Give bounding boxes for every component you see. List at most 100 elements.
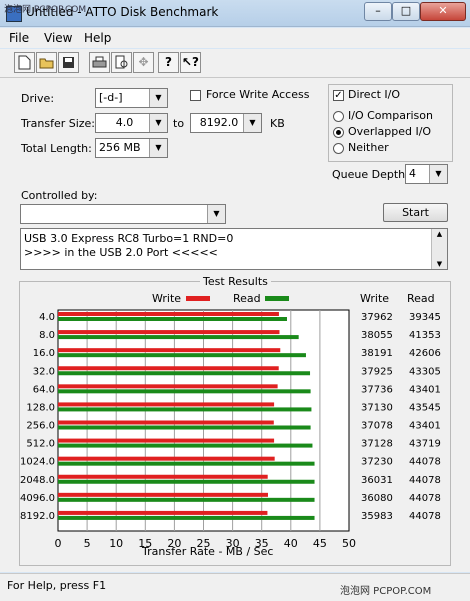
io-comparison-label: I/O Comparison bbox=[348, 109, 433, 122]
chevron-down-icon[interactable]: ▼ bbox=[149, 89, 167, 107]
write-bar bbox=[58, 330, 280, 335]
transfer-to-value: 8192.0 bbox=[199, 116, 239, 129]
minimize-button[interactable]: – bbox=[364, 2, 392, 21]
drive-select[interactable]: [-d-] ▼ bbox=[95, 88, 168, 108]
question-icon[interactable]: ? bbox=[158, 52, 179, 73]
toolbar: ✥ ? ↖? bbox=[0, 49, 470, 78]
write-value: 38055 bbox=[361, 330, 393, 341]
y-tick-label: 2048.0 bbox=[20, 475, 55, 486]
force-write-checkbox[interactable] bbox=[190, 90, 201, 101]
read-bar bbox=[58, 461, 315, 466]
context-help-icon[interactable]: ↖? bbox=[180, 52, 201, 73]
read-value: 43401 bbox=[409, 384, 441, 395]
transfer-from-select[interactable]: 4.0 ▼ bbox=[95, 113, 168, 133]
start-button[interactable]: Start bbox=[383, 203, 448, 222]
write-bar bbox=[58, 312, 279, 316]
chevron-down-icon[interactable]: ▼ bbox=[429, 165, 447, 183]
read-bar bbox=[58, 443, 313, 448]
print-preview-icon[interactable] bbox=[111, 52, 132, 73]
chevron-down-icon[interactable]: ▼ bbox=[207, 205, 225, 223]
overlapped-io-radio[interactable] bbox=[333, 127, 344, 138]
read-bar bbox=[58, 497, 315, 502]
write-bar bbox=[58, 366, 279, 371]
write-legend-swatch bbox=[186, 296, 210, 301]
x-tick-label: 5 bbox=[84, 537, 91, 550]
new-document-icon[interactable] bbox=[14, 52, 35, 73]
scroll-up-icon[interactable]: ▲ bbox=[432, 229, 447, 239]
close-button[interactable]: ✕ bbox=[420, 2, 466, 21]
write-legend-label: Write bbox=[152, 292, 182, 305]
read-value: 42606 bbox=[409, 348, 441, 359]
chevron-down-icon[interactable]: ▼ bbox=[243, 114, 261, 132]
menu-file[interactable]: File bbox=[9, 31, 29, 45]
overlapped-io-label: Overlapped I/O bbox=[348, 125, 432, 138]
neither-label: Neither bbox=[348, 141, 389, 154]
read-value: 43545 bbox=[409, 402, 441, 413]
total-length-value: 256 MB bbox=[99, 141, 141, 154]
queue-depth-value: 4 bbox=[409, 167, 416, 180]
move-arrows-icon[interactable]: ✥ bbox=[133, 52, 154, 73]
description-line-2: >>>> in the USB 2.0 Port <<<<< bbox=[24, 246, 218, 259]
read-bar bbox=[58, 425, 311, 430]
drive-label: Drive: bbox=[21, 92, 55, 105]
io-comparison-radio[interactable] bbox=[333, 111, 344, 122]
chevron-down-icon[interactable]: ▼ bbox=[149, 114, 167, 132]
maximize-button[interactable]: □ bbox=[392, 2, 420, 21]
write-bar bbox=[58, 420, 274, 425]
write-value: 37230 bbox=[361, 457, 393, 468]
read-column-header: Read bbox=[407, 292, 435, 305]
transfer-to-select[interactable]: 8192.0 ▼ bbox=[190, 113, 262, 133]
transfer-from-value: 4.0 bbox=[115, 116, 134, 129]
read-bar bbox=[58, 371, 311, 376]
write-value: 37962 bbox=[361, 312, 393, 323]
read-value: 41353 bbox=[409, 330, 441, 341]
y-tick-label: 128.0 bbox=[26, 402, 55, 413]
test-results-title: Test Results bbox=[200, 275, 271, 288]
read-value: 39345 bbox=[409, 312, 441, 323]
total-length-select[interactable]: 256 MB ▼ bbox=[95, 138, 168, 158]
read-value: 43401 bbox=[409, 421, 441, 432]
read-value: 44078 bbox=[409, 493, 441, 504]
x-tick-label: 50 bbox=[342, 537, 356, 550]
scroll-down-icon[interactable]: ▼ bbox=[432, 259, 447, 269]
write-column-header: Write bbox=[360, 292, 390, 305]
write-value: 37130 bbox=[361, 402, 393, 413]
transfer-size-label: Transfer Size: bbox=[21, 117, 96, 130]
write-value: 35983 bbox=[361, 511, 393, 522]
queue-depth-select[interactable]: 4 ▼ bbox=[405, 164, 448, 184]
read-bar bbox=[58, 335, 299, 340]
write-bar bbox=[58, 348, 281, 353]
menu-view[interactable]: View bbox=[44, 31, 72, 45]
open-folder-icon[interactable] bbox=[36, 52, 57, 73]
y-tick-label: 4.0 bbox=[39, 312, 55, 323]
read-value: 44078 bbox=[409, 457, 441, 468]
read-legend-swatch bbox=[265, 296, 289, 301]
write-value: 37736 bbox=[361, 384, 393, 395]
drive-value: [-d-] bbox=[99, 91, 123, 104]
write-bar bbox=[58, 492, 268, 497]
read-bar bbox=[58, 479, 315, 484]
write-value: 36031 bbox=[361, 475, 393, 486]
direct-io-checkbox[interactable]: ✓ bbox=[333, 90, 344, 101]
description-textbox[interactable]: USB 3.0 Express RC8 Turbo=1 RND=0 >>>> i… bbox=[20, 228, 448, 270]
x-tick-label: 45 bbox=[313, 537, 327, 550]
save-disk-icon[interactable] bbox=[58, 52, 79, 73]
read-bar bbox=[58, 389, 311, 394]
read-value: 43305 bbox=[409, 366, 441, 377]
write-bar bbox=[58, 510, 268, 515]
menu-help[interactable]: Help bbox=[84, 31, 111, 45]
y-tick-label: 512.0 bbox=[26, 439, 55, 450]
write-bar bbox=[58, 384, 278, 389]
benchmark-chart: 0 5 10 15 20 25 30 35 40 45 504.0 37962 393458.0 3805… bbox=[20, 309, 441, 550]
neither-radio[interactable] bbox=[333, 143, 344, 154]
description-scrollbar[interactable]: ▲ ▼ bbox=[431, 229, 447, 269]
description-line-1: USB 3.0 Express RC8 Turbo=1 RND=0 bbox=[24, 232, 234, 245]
write-bar bbox=[58, 456, 275, 461]
controlled-by-select[interactable]: ▼ bbox=[20, 204, 226, 224]
printer-icon[interactable] bbox=[89, 52, 110, 73]
direct-io-label: Direct I/O bbox=[348, 88, 401, 101]
y-tick-label: 32.0 bbox=[33, 366, 55, 377]
y-tick-label: 4096.0 bbox=[20, 493, 55, 504]
chevron-down-icon[interactable]: ▼ bbox=[149, 139, 167, 157]
write-bar bbox=[58, 438, 275, 443]
